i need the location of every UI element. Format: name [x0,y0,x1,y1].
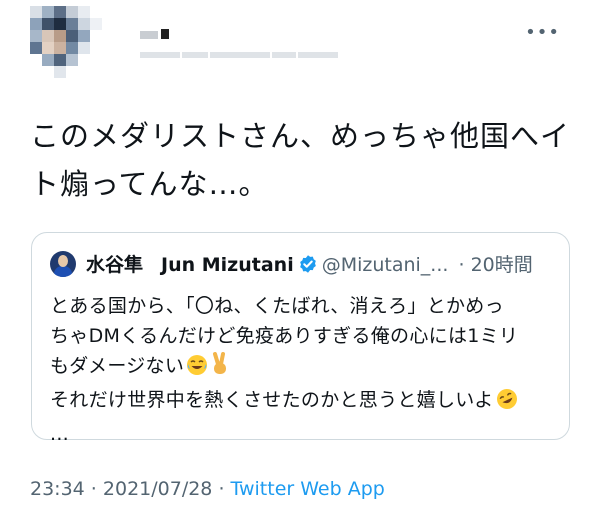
tweet-text: このメダリストさん、めっちゃ他国へイ ト煽ってんな…。 [30,112,590,208]
quoted-tweet-text: とある国から、「〇ね、くたばれ、消えろ」とかめっ ちゃDMくるんだけど免疫ありす… [50,291,558,449]
rofl-icon [496,388,518,419]
tweet-source-link[interactable]: Twitter Web App [231,478,385,500]
tweet-date[interactable]: 2021/07/28 [103,478,213,500]
tears-of-joy-icon [186,354,208,385]
author-handle-blurred [140,44,340,58]
quoted-author-display-name[interactable]: Jun Mizutani [161,254,294,276]
verified-badge-icon [298,254,318,280]
tweet-meta: 23:34 · 2021/07/28 · Twitter Web App [30,478,385,500]
tweet-line: ト煽ってんな…。 [30,167,269,201]
quoted-line: もダメージない [50,355,185,377]
victory-hand-icon [210,352,230,385]
quoted-line-truncated: ... [50,423,70,445]
quoted-author-avatar[interactable] [50,251,76,277]
tweet-time[interactable]: 23:34 [30,478,85,500]
meta-separator: · [84,478,103,500]
avatar[interactable] [30,6,102,78]
tweet-line: このメダリストさん、めっちゃ他国へイ [30,119,571,153]
quoted-author-handle[interactable]: @Mizutani_... [322,254,449,276]
quoted-tweet-time[interactable]: · 20時間 [458,254,532,276]
quoted-author-header: 水谷隼 Jun Mizutani @Mizutani_... · 20時間 [86,253,533,280]
quoted-line: それだけ世界中を熱くさせたのかと思うと嬉しいよ [50,389,494,411]
quoted-line: とある国から、「〇ね、くたばれ、消えろ」とかめっ [50,295,504,317]
meta-separator: · [212,478,231,500]
quoted-author-name[interactable]: 水谷隼 [86,254,143,276]
author-name-blurred[interactable] [140,24,200,39]
quoted-tweet-card[interactable]: 水谷隼 Jun Mizutani @Mizutani_... · 20時間 とある国… [31,232,570,445]
quoted-line: ちゃDMくるんだけど免疫ありすぎる俺の心には1ミリ [50,325,519,347]
more-icon[interactable]: ••• [525,22,560,43]
